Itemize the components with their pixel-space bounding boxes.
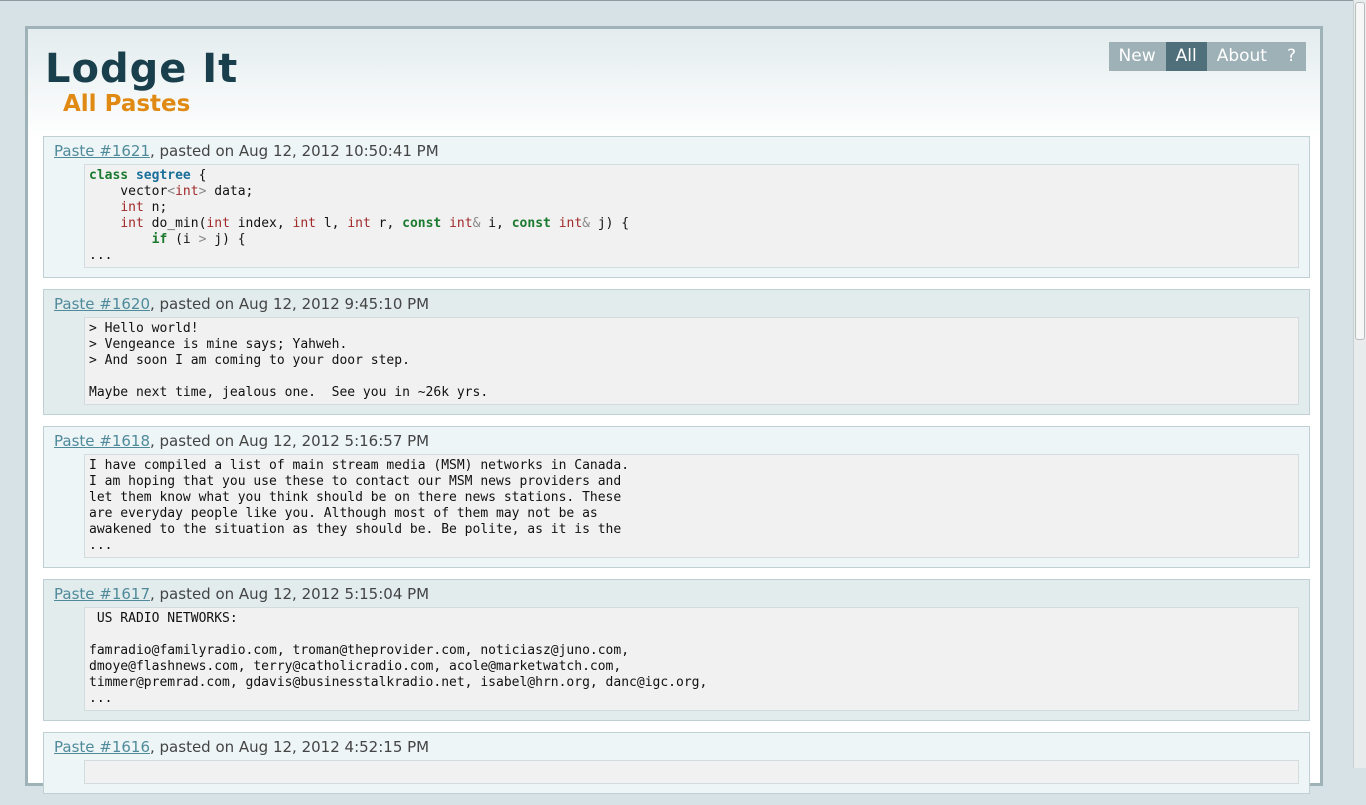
page-container: Lodge It All Pastes New All About ? Past… bbox=[25, 26, 1323, 794]
code-line: are everyday people like you. Although m… bbox=[89, 506, 598, 521]
main-nav: New All About ? bbox=[1108, 42, 1306, 71]
nav-about[interactable]: About bbox=[1206, 42, 1277, 71]
paste-date: , pasted on Aug 12, 2012 4:52:15 PM bbox=[150, 738, 430, 756]
code-line: > And soon I am coming to your door step… bbox=[89, 353, 410, 368]
code-line: US RADIO NETWORKS: bbox=[89, 611, 238, 626]
code-line: timmer@premrad.com, gdavis@businesstalkr… bbox=[89, 675, 708, 690]
paste-link[interactable]: Paste #1618 bbox=[54, 432, 150, 450]
code-line: Maybe next time, jealous one. See you in… bbox=[89, 385, 489, 400]
code-line: > Hello world! bbox=[89, 321, 199, 336]
scrollbar-thumb[interactable] bbox=[1355, 2, 1365, 340]
code-line: if (i > j) { bbox=[151, 232, 246, 247]
paste-code-preview[interactable] bbox=[84, 760, 1299, 784]
paste-item: Paste #1618, pasted on Aug 12, 2012 5:16… bbox=[43, 426, 1310, 568]
paste-item: Paste #1616, pasted on Aug 12, 2012 4:52… bbox=[43, 732, 1310, 794]
code-line: ... bbox=[89, 248, 113, 263]
nav-new[interactable]: New bbox=[1108, 42, 1166, 71]
nav-help[interactable]: ? bbox=[1276, 42, 1306, 71]
paste-header: Paste #1616, pasted on Aug 12, 2012 4:52… bbox=[54, 737, 1299, 757]
code-line: I am hoping that you use these to contac… bbox=[89, 474, 622, 489]
code-line: class segtree { bbox=[89, 168, 207, 183]
code-line: int do_min(int index, int l, int r, cons… bbox=[120, 216, 630, 231]
code-line: > Vengeance is mine says; Yahweh. bbox=[89, 337, 348, 352]
paste-header: Paste #1618, pasted on Aug 12, 2012 5:16… bbox=[54, 431, 1299, 451]
code-line: int n; bbox=[120, 200, 168, 215]
code-line: let them know what you think should be o… bbox=[89, 490, 622, 505]
paste-code-preview[interactable]: US RADIO NETWORKS: famradio@familyradio.… bbox=[84, 607, 1299, 711]
code-line: famradio@familyradio.com, troman@theprov… bbox=[89, 643, 630, 658]
vertical-scrollbar[interactable] bbox=[1353, 0, 1366, 768]
code-line: vector<int> data; bbox=[89, 184, 254, 199]
paste-header: Paste #1617, pasted on Aug 12, 2012 5:15… bbox=[54, 584, 1299, 604]
paste-date: , pasted on Aug 12, 2012 5:15:04 PM bbox=[150, 585, 430, 603]
nav-all[interactable]: All bbox=[1165, 42, 1207, 71]
paste-date: , pasted on Aug 12, 2012 10:50:41 PM bbox=[150, 142, 439, 160]
paste-link[interactable]: Paste #1620 bbox=[54, 295, 150, 313]
paste-item: Paste #1620, pasted on Aug 12, 2012 9:45… bbox=[43, 289, 1310, 415]
paste-code-preview[interactable]: I have compiled a list of main stream me… bbox=[84, 454, 1299, 558]
paste-link[interactable]: Paste #1616 bbox=[54, 738, 150, 756]
code-line: ... bbox=[89, 538, 113, 553]
code-line: I have compiled a list of main stream me… bbox=[89, 458, 630, 473]
window-top-border bbox=[0, 0, 1366, 1]
paste-item: Paste #1621, pasted on Aug 12, 2012 10:5… bbox=[43, 136, 1310, 278]
code-line: awakened to the situation as they should… bbox=[89, 522, 622, 537]
site-title[interactable]: Lodge It bbox=[45, 45, 238, 93]
header: Lodge It All Pastes New All About ? bbox=[28, 29, 1320, 135]
code-line: dmoye@flashnews.com, terry@catholicradio… bbox=[89, 659, 622, 674]
paste-link[interactable]: Paste #1617 bbox=[54, 585, 150, 603]
paste-code-preview[interactable]: class segtree { vector<int> data; int n;… bbox=[84, 164, 1299, 268]
code-line: ... bbox=[89, 691, 113, 706]
paste-item: Paste #1617, pasted on Aug 12, 2012 5:15… bbox=[43, 579, 1310, 721]
paste-date: , pasted on Aug 12, 2012 9:45:10 PM bbox=[150, 295, 430, 313]
paste-link[interactable]: Paste #1621 bbox=[54, 142, 150, 160]
paste-date: , pasted on Aug 12, 2012 5:16:57 PM bbox=[150, 432, 430, 450]
paste-header: Paste #1620, pasted on Aug 12, 2012 9:45… bbox=[54, 294, 1299, 314]
page-subtitle: All Pastes bbox=[63, 91, 191, 117]
paste-header: Paste #1621, pasted on Aug 12, 2012 10:5… bbox=[54, 141, 1299, 161]
paste-list: Paste #1621, pasted on Aug 12, 2012 10:5… bbox=[43, 136, 1310, 805]
paste-code-preview[interactable]: > Hello world! > Vengeance is mine says; … bbox=[84, 317, 1299, 405]
